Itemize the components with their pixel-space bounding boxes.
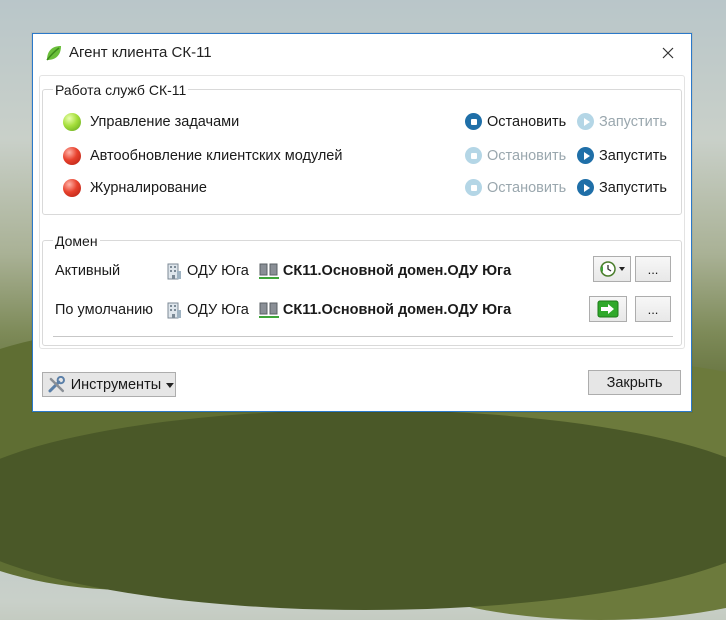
building-icon: [167, 263, 181, 280]
content-panel: Работа служб СК-11 Управление задачами О…: [39, 75, 685, 349]
tools-icon: [48, 375, 65, 392]
title-bar: Агент клиента СК-11: [33, 34, 691, 71]
switch-to-default-button[interactable]: [589, 296, 627, 322]
service-row-autoupdate: Автообновление клиентских модулей: [63, 145, 342, 167]
service-row-logging: Журналирование: [63, 177, 207, 199]
domain-row-default: По умолчанию ОДУ Юга СК11.Основной домен…: [55, 299, 511, 321]
play-icon: [577, 113, 594, 130]
arrow-right-icon: [597, 300, 619, 318]
default-more-button[interactable]: ...: [635, 296, 671, 322]
active-label: Активный: [55, 263, 121, 279]
chevron-down-icon: [166, 382, 175, 388]
close-icon: [662, 47, 674, 58]
default-site: ОДУ Юга: [187, 302, 249, 318]
domain-separator: [53, 336, 673, 337]
status-stopped-icon: [63, 179, 81, 197]
default-domain: СК11.Основной домен.ОДУ Юга: [282, 302, 512, 318]
play-icon: [577, 147, 594, 164]
stop-logging-button[interactable]: Остановить: [465, 179, 566, 196]
domain-row-active: Активный ОДУ Юга СК11.Основной домен.ОДУ…: [55, 260, 511, 282]
services-group: Работа служб СК-11 Управление задачами О…: [42, 82, 682, 215]
stop-icon: [465, 147, 482, 164]
close-window-button[interactable]: [645, 34, 691, 71]
server-domain-icon: [258, 302, 279, 318]
domain-group-title: Домен: [53, 233, 100, 249]
play-icon: [577, 179, 594, 196]
close-button[interactable]: Закрыть: [588, 370, 681, 395]
active-site: ОДУ Юга: [187, 263, 249, 279]
services-group-title: Работа служб СК-11: [53, 82, 189, 98]
service-label: Журналирование: [90, 180, 207, 196]
active-more-button[interactable]: ...: [635, 256, 671, 282]
building-icon: [167, 302, 181, 319]
status-stopped-icon: [63, 147, 81, 165]
status-running-icon: [63, 113, 81, 131]
start-logging-button[interactable]: Запустить: [577, 179, 667, 196]
window-title: Агент клиента СК-11: [69, 44, 212, 61]
service-row-tasks: Управление задачами: [63, 111, 239, 133]
stop-icon: [465, 179, 482, 196]
server-domain-icon: [258, 263, 279, 279]
tools-menu-button[interactable]: Инструменты: [42, 372, 176, 397]
agent-window: Агент клиента СК-11 Работа служб СК-11 У…: [32, 33, 692, 412]
service-label: Автообновление клиентских модулей: [90, 148, 343, 164]
stop-tasks-button[interactable]: Остановить: [465, 113, 566, 130]
default-label: По умолчанию: [55, 302, 154, 318]
clock-history-icon: [600, 261, 625, 277]
stop-autoupdate-button[interactable]: Остановить: [465, 147, 566, 164]
start-autoupdate-button[interactable]: Запустить: [577, 147, 667, 164]
service-label: Управление задачами: [90, 114, 240, 130]
stop-icon: [465, 113, 482, 130]
start-tasks-button[interactable]: Запустить: [577, 113, 667, 130]
active-history-dropdown-button[interactable]: [593, 256, 631, 282]
domain-group: Домен Активный ОДУ Юга СК11.Основной дом…: [42, 233, 682, 346]
leaf-icon: [46, 46, 61, 61]
active-domain: СК11.Основной домен.ОДУ Юга: [282, 263, 512, 279]
